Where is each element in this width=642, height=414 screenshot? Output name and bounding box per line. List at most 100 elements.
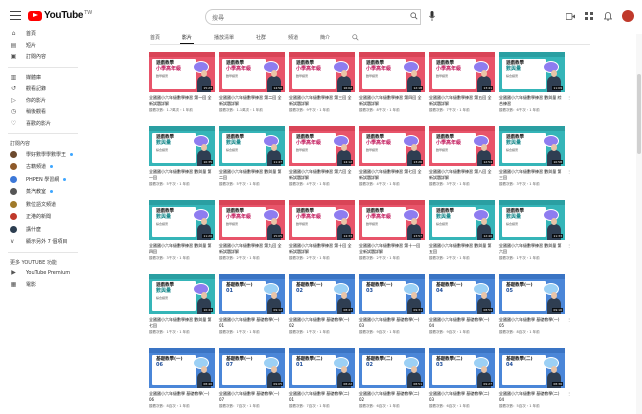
video-thumbnail[interactable]: 遊戲教學 數與量 綜合練習 12:40 [429,200,495,240]
sidebar-item-liked[interactable]: ♡ 喜歡的影片 [0,118,86,130]
video-title[interactable]: 全國國小六年級數學 基礎教學(一) 05 [499,317,565,328]
video-title[interactable]: 全國國小六年級數學 基礎教學(二) 02 [359,391,425,402]
video-title[interactable]: 全國國小六年級數學 基礎教學(一) 06 [149,391,215,402]
video-thumbnail[interactable]: 基礎教學(二) 04 08:36 [499,348,565,388]
video-thumbnail[interactable]: 基礎教學(一) 03 09:31 [359,274,425,314]
video-thumbnail[interactable]: 基礎教學(二) 01 08:22 [289,348,355,388]
video-title[interactable]: 全國國小六年級數學練習 數與量 綜合練習 [499,95,565,106]
sidebar-item-library[interactable]: ▥ 媒體庫 [0,72,86,84]
sidebar-item-watch-later[interactable]: ◷ 稍後觀看 [0,106,86,118]
video-title[interactable]: 全國國小六年級數學 基礎教學(一) 07 [219,391,285,402]
video-thumbnail[interactable]: 遊戲教學 小學高年級 數學練習 14:12 [289,126,355,166]
video-thumbnail[interactable]: 基礎教學(一) 05 09:16 [499,274,565,314]
video-thumbnail[interactable]: 遊戲教學 數與量 綜合練習 11:47 [219,126,285,166]
sidebar-item-your-videos[interactable]: ▷ 你的影片 [0,95,86,107]
page-scrollbar[interactable] [636,34,642,414]
search-icon[interactable] [410,12,418,20]
video-thumbnail[interactable]: 遊戲教學 數與量 綜合練習 10:58 [499,126,565,166]
video-title[interactable]: 全國國小六年級數學練習 數與量 第四回 [149,243,215,254]
video-thumbnail[interactable]: 基礎教學(一) 04 08:59 [429,274,495,314]
subscription-item[interactable]: 數位語文頻道 [0,198,86,211]
youtube-logo[interactable]: YouTube TW [28,10,92,21]
subscription-item[interactable]: 學好數學學數學王 [0,148,86,161]
video-thumbnail[interactable]: 遊戲教學 小學高年級 數學練習 13:57 [359,200,425,240]
video-thumbnail[interactable]: 基礎教學(二) 02 08:51 [359,348,425,388]
tab-2[interactable]: 播放清單 [214,30,234,44]
video-card[interactable]: 基礎教學(一) 06 08:40 全國國小六年級數學 基礎教學(一) 06 觀看次數：8… [149,348,221,414]
sidebar-item-premium[interactable]: ▶ YouTube Premium [0,267,86,279]
video-title[interactable]: 全國國小六年級數學練習 第十一回 全新試題詳解 [359,243,425,254]
video-title[interactable]: 全國國小六年級數學練習 第五回 全新試題詳解 [429,95,495,106]
video-title[interactable]: 全國國小六年級數學練習 第七回 全新試題詳解 [359,169,425,180]
video-title[interactable]: 全國國小六年級數學 基礎教學(一) 04 [429,317,495,328]
video-card[interactable]: 基礎教學(一) 03 09:31 全國國小六年級數學 基礎教學(一) 03 觀看次數：9… [359,274,431,348]
video-title[interactable]: 全國國小六年級數學 基礎教學(二) 04 [499,391,565,402]
video-card[interactable]: 基礎教學(一) 04 08:59 全國國小六年級數學 基礎教學(一) 04 觀看次數：9… [429,274,501,348]
video-thumbnail[interactable]: 遊戲教學 小學高年級 數學練習 12:18 [359,52,425,92]
apps-grid-icon[interactable] [584,11,594,21]
video-card[interactable]: 遊戲教學 小學高年級 數學練習 14:50 全國國小六年級數學練習 第二回 全新試題詳解… [219,52,291,126]
show-more-button[interactable]: ∨ 顯示另外 7 個項目 [0,236,86,249]
more-actions-icon[interactable]: ⋮ [567,169,571,174]
video-thumbnail[interactable]: 基礎教學(一) 07 09:05 [219,348,285,388]
video-card[interactable]: 基礎教學(一) 02 08:47 全國國小六年級數學 基礎教學(一) 02 觀看次數：1… [289,274,361,348]
video-title[interactable]: 全國國小六年級數學練習 數與量 第七回 [149,317,215,328]
video-thumbnail[interactable]: 基礎教學(一) 02 08:47 [289,274,355,314]
video-card[interactable]: 基礎教學(二) 01 08:22 全國國小六年級數學 基礎教學(二) 01 觀看次數：7… [289,348,361,414]
video-card[interactable]: 遊戲教學 小學高年級 數學練習 13:41 全國國小六年級數學練習 第五回 全新試題詳解… [429,52,501,126]
video-title[interactable]: 全國國小六年級數學練習 第十回 全新試題詳解 [289,243,355,254]
video-title[interactable]: 全國國小六年級數學 基礎教學(一) 02 [289,317,355,328]
video-card[interactable]: 遊戲教學 小學高年級 數學練習 12:18 全國國小六年級數學練習 第四回 全新試題詳解… [359,52,431,126]
more-actions-icon[interactable]: ⋮ [567,243,571,248]
video-thumbnail[interactable]: 遊戲教學 小學高年級 數學練習 13:41 [429,52,495,92]
tab-3[interactable]: 社群 [256,30,266,44]
subscription-item[interactable]: 講什麼 [0,223,86,236]
video-thumbnail[interactable]: 基礎教學(一) 06 08:40 [149,348,215,388]
video-title[interactable]: 全國國小六年級數學練習 第八回 全新試題詳解 [429,169,495,180]
subscription-item[interactable]: 古籍頻道 [0,161,86,174]
more-actions-icon[interactable]: ⋮ [567,95,571,100]
video-card[interactable]: 基礎教學(二) 03 09:27 全國國小六年級數學 基礎教學(二) 03 觀看次數：6… [429,348,501,414]
video-title[interactable]: 全國國小六年級數學練習 第九回 全新試題詳解 [219,243,285,254]
video-thumbnail[interactable]: 基礎教學(二) 03 09:27 [429,348,495,388]
more-actions-icon[interactable]: ⋮ [567,317,571,322]
sidebar-item-home[interactable]: ⌂ 首頁 [0,28,86,40]
video-thumbnail[interactable]: 遊戲教學 數與量 綜合練習 10:44 [149,274,215,314]
tab-5[interactable]: 簡介 [320,30,330,44]
video-card[interactable]: 遊戲教學 數與量 綜合練習 11:47 全國國小六年級數學練習 數與量 第二回 觀看次數：… [219,126,291,200]
sidebar-item-subscriptions[interactable]: ▣ 訂閱內容 [0,51,86,63]
video-title[interactable]: 全國國小六年級數學練習 數與量 第三回 [499,169,565,180]
video-card[interactable]: 遊戲教學 數與量 綜合練習 10:58 全國國小六年級數學練習 數與量 第三回 觀看次數：… [499,126,571,200]
tab-1[interactable]: 影片 [180,30,195,44]
scrollbar-thumb[interactable] [637,74,641,154]
video-card[interactable]: 遊戲教學 小學高年級 數學練習 12:54 全國國小六年級數學練習 第八回 全新試題詳解… [429,126,501,200]
tab-0[interactable]: 首頁 [150,30,160,44]
subscription-item[interactable]: PHPEN 學習網 [0,173,86,186]
hamburger-menu-icon[interactable] [10,11,21,20]
video-title[interactable]: 全國國小六年級數學練習 第六回 全新試題詳解 [289,169,355,180]
video-thumbnail[interactable]: 遊戲教學 小學高年級 數學練習 12:54 [429,126,495,166]
video-title[interactable]: 全國國小六年級數學練習 第二回 全新試題詳解 [219,95,285,106]
video-title[interactable]: 全國國小六年級數學練習 第一回 全新試題詳解 [149,95,215,106]
more-actions-icon[interactable]: ⋮ [567,391,571,396]
sidebar-item-history[interactable]: ↺ 觀看記錄 [0,83,86,95]
notifications-bell-icon[interactable] [603,11,613,21]
video-thumbnail[interactable]: 遊戲教學 數與量 綜合練習 11:20 [149,200,215,240]
video-title[interactable]: 全國國小六年級數學練習 第三回 全新試題詳解 [289,95,355,106]
video-card[interactable]: 遊戲教學 小學高年級 數學練習 15:23 全國國小六年級數學練習 第一回 全新試題詳解… [149,52,221,126]
video-thumbnail[interactable]: 遊戲教學 小學高年級 數學練習 16:02 [289,52,355,92]
video-thumbnail[interactable]: 遊戲教學 數與量 綜合練習 10:35 [149,126,215,166]
video-thumbnail[interactable]: 遊戲教學 數與量 綜合練習 11:09 [499,52,565,92]
subscription-item[interactable]: 蒸汽教室 [0,186,86,199]
video-card[interactable]: 基礎教學(一) 07 09:05 全國國小六年級數學 基礎教學(一) 07 觀看次數：7… [219,348,291,414]
video-title[interactable]: 全國國小六年級數學練習 第四回 全新試題詳解 [359,95,425,106]
video-title[interactable]: 全國國小六年級數學練習 數與量 第五回 [429,243,495,254]
video-card[interactable]: 遊戲教學 小學高年級 數學練習 14:12 全國國小六年級數學練習 第六回 全新試題詳解… [289,126,361,200]
sidebar-item-movies[interactable]: ▦ 電影 [0,279,86,291]
video-card[interactable]: 遊戲教學 小學高年級 數學練習 15:05 全國國小六年級數學練習 第九回 全新試題詳解… [219,200,291,274]
video-card[interactable]: 基礎教學(一) 01 09:12 全國國小六年級數學 基礎教學(一) 01 觀看次數：1… [219,274,291,348]
channel-search-icon[interactable] [352,33,359,41]
video-card[interactable]: 遊戲教學 數與量 綜合練習 11:09 全國國小六年級數學練習 數與量 綜合練習 觀看次數… [499,52,571,126]
video-thumbnail[interactable]: 遊戲教學 小學高年級 數學練習 14:50 [219,52,285,92]
video-title[interactable]: 全國國小六年級數學 基礎教學(一) 01 [219,317,285,328]
